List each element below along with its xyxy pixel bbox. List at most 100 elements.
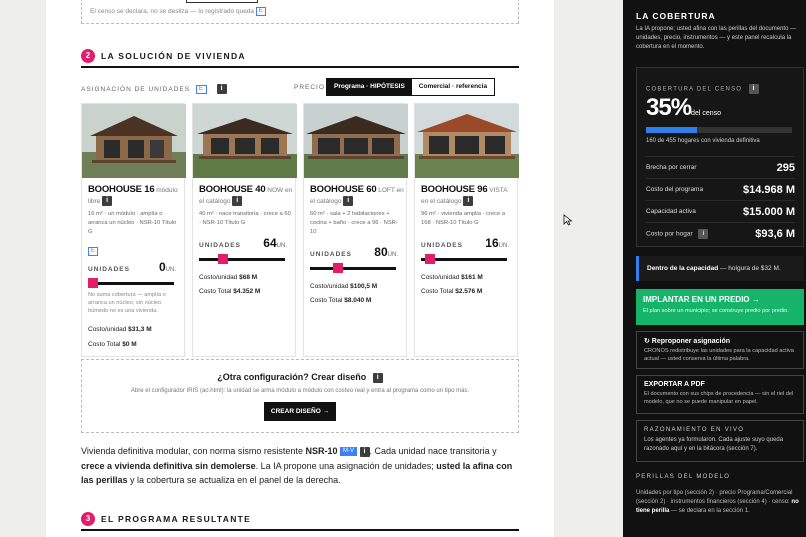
info-icon[interactable]: i (343, 196, 354, 207)
section-2-header: 2 LA SOLUCIÓN DE VIVIENDA (81, 49, 246, 63)
edit-badge[interactable]: E (88, 247, 99, 257)
cost-unit-label: Costo/unidad (88, 326, 127, 333)
cost-unit-label: Costo/unidad (310, 283, 349, 290)
metric-row: Capacidad activa $15.000 M (646, 200, 795, 222)
house-description: 16 m² · un módulo · amplía o arranca un … (88, 211, 177, 235)
price-toggle[interactable]: Programa · HIPÓTESIS Comercial · referen… (326, 78, 496, 96)
knobs-text: Unidades por tipo (sección 2) · precio P… (636, 489, 804, 516)
house-photo (304, 104, 408, 178)
units-value: 64 (263, 236, 277, 250)
cost-unit-value: $31,3 M (128, 326, 152, 333)
reasoning-panel: RAZONAMIENTO EN VIVO Los agentes ya form… (636, 420, 804, 462)
section-number: 3 (81, 512, 95, 526)
info-icon[interactable]: i (232, 196, 243, 207)
slider-handle[interactable] (424, 254, 435, 264)
paragraph-text: Vivienda definitiva modular, con norma s… (81, 446, 306, 456)
units-slider[interactable] (88, 278, 174, 288)
house-card: BOOHOUSE 40 NOW en el catálogo i 40 m² ·… (192, 103, 297, 357)
repropose-subtitle: CRONOS redistribuye las unidades para la… (644, 348, 794, 362)
reasoning-title: RAZONAMIENTO EN VIVO (644, 427, 745, 433)
units-suffix: UN. (276, 243, 287, 249)
paragraph-text: . La IA propone una asignación de unidad… (255, 460, 437, 471)
price-option-programa[interactable]: Programa · HIPÓTESIS (327, 79, 412, 95)
coverage-label: COBERTURA DEL CENSO (646, 86, 743, 93)
metric-label: Capacidad activa (646, 208, 696, 215)
info-icon[interactable]: i (372, 372, 383, 383)
cost-unit-value: $68 M (239, 274, 258, 281)
capacity-callout: Dentro de la capacidad — holgura de $32 … (636, 256, 804, 281)
house-description: 60 m² · sala + 2 habitaciones + cocina +… (310, 211, 398, 235)
callout-bold: Dentro de la capacidad (647, 265, 719, 272)
create-design-button[interactable]: CREAR DISEÑO → (264, 402, 336, 421)
model-badge[interactable]: M·V (339, 447, 357, 457)
knobs-text-part: — se declara en la sección 1. (669, 508, 750, 514)
cost-unit-value: $161 M (461, 274, 483, 281)
knobs-text-part: Unidades por tipo (sección 2) · precio P… (636, 490, 793, 505)
export-title: EXPORTAR A PDF (644, 381, 705, 388)
info-icon[interactable]: i (698, 228, 709, 239)
slider-handle[interactable] (332, 263, 343, 273)
info-icon[interactable]: i (359, 446, 370, 457)
metric-row: Costo del programa $14.968 M (646, 178, 795, 200)
edit-badge[interactable]: E (196, 84, 208, 94)
house-name: BOOHOUSE 16 (88, 184, 155, 195)
section-rule (81, 529, 519, 531)
paragraph-emphasis: crece a vivienda definitiva sin demolers… (81, 460, 256, 471)
units-slider[interactable] (310, 263, 396, 273)
sidebar-title: LA COBERTURA (636, 11, 716, 21)
units-suffix: UN. (387, 252, 398, 258)
info-icon[interactable]: i (463, 196, 474, 207)
knobs-title: PERILLAS DEL MODELO (636, 474, 731, 480)
units-suffix: UN. (165, 267, 176, 273)
metric-value: $14.968 M (743, 183, 795, 196)
implant-title: IMPLANTAR EN UN PREDIO → (643, 295, 760, 304)
cost-total-value: $8.040 M (344, 297, 372, 304)
house-description: 40 m² · nace transitoria · crece a 60 · … (199, 211, 291, 226)
section-3-header: 3 EL PROGRAMA RESULTANTE (81, 512, 251, 526)
census-note: El censo se declara, no se desliza — lo … (90, 8, 255, 16)
reasoning-text: Los agentes ya formularon. Cada ajuste s… (644, 437, 784, 452)
cost-total-value: $0 M (122, 341, 137, 348)
slider-handle[interactable] (88, 278, 98, 288)
house-photo (193, 104, 297, 178)
units-slider[interactable] (199, 254, 285, 264)
metric-label: Brecha por cerrar (646, 164, 697, 171)
sidebar-intro: La IA propone; usted afina con las peril… (636, 26, 797, 50)
house-description: 96 m² · vivienda amplia · crece a 168 · … (421, 211, 506, 226)
paragraph-text: . Cada unidad nace transitoria y (369, 446, 497, 456)
census-button-fragment[interactable] (186, 0, 258, 3)
repropose-button[interactable]: ↻ Reproponer asignación CRONOS redistrib… (636, 331, 804, 369)
metric-row: Costo por hogar i $93,6 M (646, 222, 795, 244)
cost-total-label: Costo Total (310, 297, 343, 304)
implant-subtitle: El plan sobre un municipio; se construye… (643, 308, 789, 314)
info-icon[interactable]: i (749, 84, 760, 94)
info-icon[interactable]: i (102, 196, 113, 207)
units-label: UNIDADES (310, 251, 352, 258)
coverage-sidebar: LA COBERTURA La IA propone; usted afina … (623, 0, 806, 537)
callout-text: — holgura de $32 M. (718, 265, 781, 272)
units-label: UNIDADES (88, 266, 130, 273)
units-value: 80 (374, 245, 388, 259)
mouse-cursor-icon (563, 214, 573, 226)
coverage-bar (646, 127, 792, 133)
units-slider[interactable] (421, 254, 507, 264)
export-pdf-button[interactable]: EXPORTAR A PDF El documento con sus chip… (636, 375, 804, 414)
coverage-bar-fill (646, 127, 698, 133)
price-option-comercial[interactable]: Comercial · referencia (411, 79, 495, 95)
units-label: UNIDADES (199, 242, 241, 249)
section-title: EL PROGRAMA RESULTANTE (101, 514, 252, 524)
units-suffix: UN. (498, 243, 509, 249)
cost-total-value: $4.352 M (233, 288, 261, 295)
section-rule (81, 66, 519, 68)
units-value: 0 (158, 260, 166, 274)
house-cards: BOOHOUSE 16 módulo libre i 16 m² · un mó… (81, 103, 519, 357)
other-config-box: ¿Otra configuración? Crear diseño i Abre… (81, 359, 519, 433)
price-label: PRECIO (294, 84, 325, 91)
cost-unit-label: Costo/unidad (421, 274, 460, 281)
implant-button[interactable]: IMPLANTAR EN UN PREDIO → El plan sobre u… (636, 289, 804, 325)
cost-total-value: $2.576 M (455, 288, 483, 295)
slider-handle[interactable] (218, 254, 228, 264)
export-subtitle: El documento con sus chips de procedenci… (644, 391, 794, 405)
info-icon[interactable]: i (217, 84, 228, 94)
edit-badge[interactable]: E (255, 7, 266, 16)
